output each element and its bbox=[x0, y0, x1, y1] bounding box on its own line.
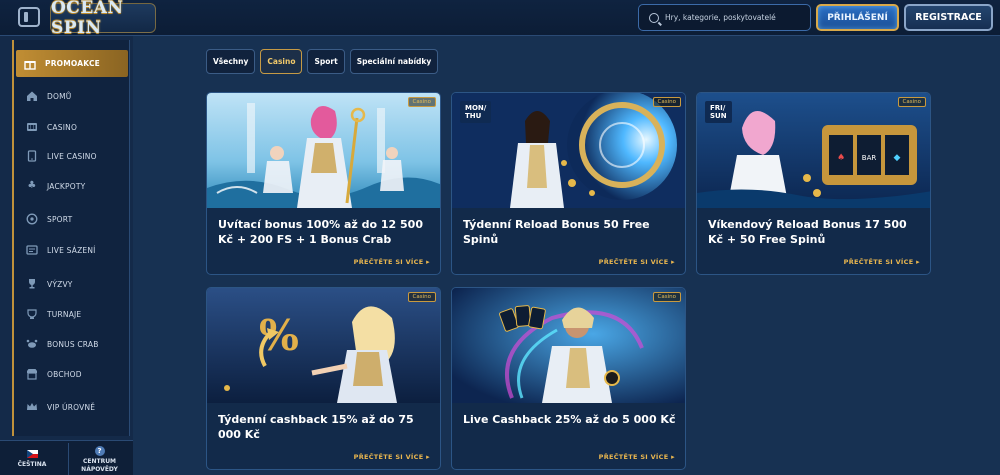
svg-text:♠: ♠ bbox=[837, 153, 845, 163]
read-more-link[interactable]: PŘEČTĚTE SI VÍCE bbox=[844, 258, 920, 266]
gift-icon bbox=[23, 57, 37, 71]
shop-icon bbox=[25, 367, 39, 381]
sidebar-item-casino[interactable]: CASINO bbox=[18, 115, 128, 139]
promo-image-cashback: % Casino bbox=[207, 288, 440, 403]
promo-card-weekend-reload[interactable]: ♠ BAR ◆ FRI/SUN Casino Víkendový Reload … bbox=[696, 92, 931, 275]
filter-sport[interactable]: Sport bbox=[307, 49, 345, 74]
sidebar-item-label: DOMŮ bbox=[47, 91, 72, 101]
svg-text:BAR: BAR bbox=[862, 154, 877, 162]
help-label-line1: CENTRUM bbox=[82, 458, 117, 466]
sidebar-item-label: VIP ÚROVNĚ bbox=[47, 402, 96, 412]
read-more-link[interactable]: PŘEČTĚTE SI VÍCE bbox=[599, 453, 675, 461]
read-more-link[interactable]: PŘEČTĚTE SI VÍCE bbox=[599, 258, 675, 266]
promo-card-live-cashback[interactable]: Casino Live Cashback 25% až do 5 000 Kč … bbox=[451, 287, 686, 470]
sidebar-item-live-sazeni[interactable]: LIVE SÁZENÍ bbox=[18, 238, 128, 262]
sidebar-toggle-icon[interactable] bbox=[18, 7, 40, 27]
czech-flag-icon bbox=[26, 450, 38, 459]
sidebar-item-label: VÝZVY bbox=[47, 279, 73, 289]
search-icon bbox=[649, 12, 659, 23]
help-icon: ? bbox=[94, 446, 105, 457]
sidebar-item-live-casino[interactable]: LIVE CASINO bbox=[18, 144, 128, 168]
sidebar-item-label: LIVE CASINO bbox=[47, 151, 97, 161]
promo-title: Uvítací bonus 100% až do 12 500 Kč + 200… bbox=[218, 218, 423, 246]
day-badge: MON/THU bbox=[460, 101, 492, 124]
filter-casino[interactable]: Casino bbox=[260, 49, 303, 74]
register-button[interactable]: REGISTRACE bbox=[904, 4, 993, 31]
promo-image-slot-machine: ♠ BAR ◆ FRI/SUN Casino bbox=[697, 93, 930, 208]
category-badge: Casino bbox=[407, 292, 436, 302]
sidebar-item-promoakce[interactable]: PROMOAKCE bbox=[16, 50, 128, 77]
sidebar-item-label: TURNAJE bbox=[47, 309, 82, 319]
sidebar-item-jackpoty[interactable]: ♣ JACKPOTY bbox=[18, 174, 128, 198]
bonus-crab-icon bbox=[25, 337, 39, 351]
sidebar-footer: ČEŠTINA ? CENTRUM NÁPOVĚDY bbox=[0, 440, 133, 475]
sidebar-item-label: OBCHOD bbox=[47, 369, 82, 379]
sidebar-item-vyzvy[interactable]: VÝZVY bbox=[18, 272, 128, 296]
casino-icon bbox=[25, 120, 39, 134]
category-badge: Casino bbox=[652, 292, 681, 302]
help-center-button[interactable]: ? CENTRUM NÁPOVĚDY bbox=[68, 443, 130, 475]
help-label-line2: NÁPOVĚDY bbox=[81, 465, 118, 473]
promo-card-weekly-cashback[interactable]: % Casino Týdenní cashback 15% až do 75 0… bbox=[206, 287, 441, 470]
search-input[interactable] bbox=[665, 13, 805, 22]
logo[interactable]: OCEAN SPIN bbox=[50, 0, 156, 38]
language-label: ČEŠTINA bbox=[17, 461, 47, 469]
sidebar-item-label: BONUS CRAB bbox=[47, 339, 99, 349]
category-badge: Casino bbox=[407, 97, 436, 107]
read-more-link[interactable]: PŘEČTĚTE SI VÍCE bbox=[354, 258, 430, 266]
live-betting-icon bbox=[25, 243, 39, 257]
category-badge: Casino bbox=[652, 97, 681, 107]
promo-image-goddess: Casino bbox=[207, 93, 440, 208]
promo-filter-tabs: Všechny Casino Sport Speciální nabídky bbox=[206, 49, 443, 74]
login-button[interactable]: PŘIHLÁŠENÍ bbox=[816, 4, 899, 31]
promo-image-card-dealer: Casino bbox=[452, 288, 685, 403]
top-bar: OCEAN SPIN PŘIHLÁŠENÍ REGISTRACE bbox=[0, 0, 1000, 38]
filter-all[interactable]: Všechny bbox=[206, 49, 256, 74]
sidebar-item-label: PROMOAKCE bbox=[45, 59, 100, 68]
sidebar-item-obchod[interactable]: OBCHOD bbox=[18, 362, 128, 386]
sidebar-item-domu[interactable]: DOMŮ bbox=[18, 84, 128, 108]
promo-title: Víkendový Reload Bonus 17 500 Kč + 50 Fr… bbox=[708, 218, 907, 246]
promo-card-welcome-bonus[interactable]: Casino Uvítací bonus 100% až do 12 500 K… bbox=[206, 92, 441, 275]
sidebar-item-label: JACKPOTY bbox=[47, 181, 86, 191]
home-icon bbox=[25, 89, 39, 103]
search-box[interactable] bbox=[638, 4, 811, 31]
jackpot-icon: ♣ bbox=[27, 180, 37, 191]
promo-title: Týdenní cashback 15% až do 75 000 Kč bbox=[218, 413, 414, 441]
sidebar-item-vip-urovne[interactable]: VIP ÚROVNĚ bbox=[18, 395, 128, 419]
promo-image-portal: MON/THU Casino bbox=[452, 93, 685, 208]
sidebar: PROMOAKCE DOMŮ CASINO LIVE CASINO ♣ JACK… bbox=[0, 36, 133, 475]
tournament-icon bbox=[25, 307, 39, 321]
live-casino-icon bbox=[25, 149, 39, 163]
sidebar-item-sport[interactable]: SPORT bbox=[18, 207, 128, 231]
sidebar-item-label: SPORT bbox=[47, 214, 73, 224]
svg-text:%: % bbox=[259, 311, 299, 360]
vip-icon bbox=[25, 400, 39, 414]
sidebar-item-bonus-crab[interactable]: BONUS CRAB bbox=[18, 332, 128, 356]
sidebar-item-label: CASINO bbox=[47, 122, 78, 132]
promo-title: Týdenní Reload Bonus 50 Free Spinů bbox=[463, 218, 650, 246]
category-badge: Casino bbox=[897, 97, 926, 107]
sidebar-item-turnaje[interactable]: TURNAJE bbox=[18, 302, 128, 326]
language-selector[interactable]: ČEŠTINA bbox=[4, 443, 60, 475]
promo-card-weekly-reload[interactable]: MON/THU Casino Týdenní Reload Bonus 50 F… bbox=[451, 92, 686, 275]
day-badge: FRI/SUN bbox=[705, 101, 732, 124]
challenges-icon bbox=[25, 277, 39, 291]
read-more-link[interactable]: PŘEČTĚTE SI VÍCE bbox=[354, 453, 430, 461]
sidebar-item-label: LIVE SÁZENÍ bbox=[47, 245, 96, 255]
sport-icon bbox=[25, 212, 39, 226]
svg-text:◆: ◆ bbox=[894, 153, 901, 163]
promo-title: Live Cashback 25% až do 5 000 Kč bbox=[463, 413, 676, 426]
filter-special-offers[interactable]: Speciální nabídky bbox=[349, 49, 439, 74]
sidebar-nav: PROMOAKCE DOMŮ CASINO LIVE CASINO ♣ JACK… bbox=[12, 40, 130, 436]
